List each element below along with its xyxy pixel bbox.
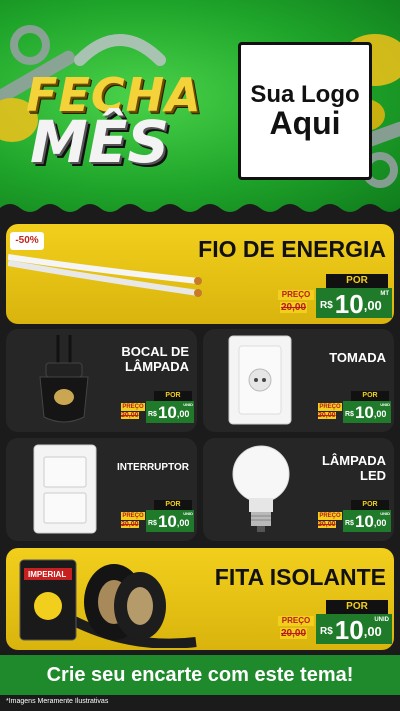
product-name-line-1: LÂMPADA [321, 453, 386, 468]
price-decimal: ,00 [373, 409, 387, 419]
preco-label: PREÇO [278, 290, 314, 300]
old-price: 20,00 [121, 521, 139, 528]
por-label: POR [326, 274, 388, 288]
price-box: R$ 10 ,00 UNID [343, 510, 391, 532]
preco-label: PREÇO [121, 403, 145, 411]
price-box: R$ 10 ,00 UNID [146, 401, 194, 423]
product-lampada-led: LÂMPADA LED POR R$ 10 ,00 UNID PREÇO 20,… [203, 438, 394, 541]
insulating-tape-icon [19, 559, 197, 648]
wire-icon [8, 254, 202, 297]
old-price: 20,00 [280, 302, 308, 313]
product-name: BOCAL DE LÂMPADA [121, 344, 189, 375]
led-bulb-icon [232, 445, 290, 532]
por-label: POR [351, 500, 389, 510]
preco-label: PREÇO [318, 403, 342, 411]
currency: R$ [148, 520, 157, 527]
por-label: POR [326, 600, 388, 614]
preco-label: PREÇO [121, 512, 145, 520]
product-fio-de-energia: -50% FIO DE ENERGIA POR R$ 10 ,00 MT PRE… [6, 224, 394, 324]
product-name: FITA ISOLANTE [214, 564, 386, 590]
price-integer: 10 [334, 615, 364, 645]
product-name-line-2: LED [360, 467, 386, 483]
product-name-line-2: LÂMPADA [124, 358, 189, 374]
price-box: R$ 10 ,00 UNID [343, 401, 391, 423]
price-unit: UNID [183, 402, 193, 407]
product-fita-isolante: IMPERIAL FITA ISOLANTE POR R$ 10 ,00 UNI… [6, 548, 394, 650]
price-integer: 10 [354, 512, 374, 531]
price-unit: UNID [374, 617, 389, 623]
product-name-line-1: BOCAL DE [121, 344, 189, 359]
price-unit: UNID [380, 511, 390, 516]
product-tomada: TOMADA POR R$ 10 ,00 UNID PREÇO 20,00 [203, 329, 394, 432]
price-integer: 10 [354, 403, 374, 422]
product-name: FIO DE ENERGIA [198, 236, 386, 262]
old-price: 20,00 [121, 412, 139, 419]
title-line-2: MÊS [30, 108, 170, 176]
price-box: R$ 10 ,00 UNID [146, 510, 194, 532]
logo-text-line-2: Aqui [269, 104, 341, 141]
price-box: R$ 10 ,00 MT [316, 288, 392, 318]
brand-label: IMPERIAL [28, 570, 67, 579]
price-decimal: ,00 [363, 298, 382, 313]
disclaimer: *Imagens Meramente Ilustrativas [6, 698, 109, 705]
currency: R$ [345, 411, 354, 418]
preco-label: PREÇO [318, 512, 342, 520]
currency: R$ [320, 626, 333, 637]
old-price: 20,00 [318, 521, 336, 528]
cta-text: Crie seu encarte com este tema! [46, 664, 354, 686]
price-decimal: ,00 [363, 624, 382, 639]
outlet-icon [228, 335, 292, 425]
product-name: LÂMPADA LED [321, 453, 386, 484]
price-unit: UNID [380, 402, 390, 407]
product-name: INTERRUPTOR [116, 462, 189, 473]
logo-placeholder: Sua Logo Aqui [238, 42, 372, 180]
price-decimal: ,00 [176, 518, 190, 528]
cta-banner[interactable]: Crie seu encarte com este tema! [0, 655, 400, 695]
preco-label: PREÇO [278, 616, 314, 626]
price-decimal: ,00 [176, 409, 190, 419]
price-unit: MT [380, 291, 389, 297]
light-switch-icon [33, 444, 97, 534]
currency: R$ [148, 411, 157, 418]
por-label: POR [351, 391, 389, 401]
product-interruptor: INTERRUPTOR POR R$ 10 ,00 UNID PREÇO 20,… [6, 438, 197, 541]
wave-divider [0, 204, 400, 220]
discount-badge: -50% [10, 232, 44, 250]
lamp-socket-icon [39, 335, 89, 423]
por-label: POR [154, 391, 192, 401]
product-name: TOMADA [329, 350, 386, 365]
price-box: R$ 10 ,00 UNID [316, 614, 392, 644]
old-price: 20,00 [280, 628, 308, 639]
old-price: 20,00 [318, 412, 336, 419]
price-integer: 10 [157, 512, 177, 531]
header-banner: FECHA MÊS Sua Logo Aqui [0, 0, 400, 215]
currency: R$ [320, 300, 333, 311]
por-label: POR [154, 500, 192, 510]
price-integer: 10 [157, 403, 177, 422]
price-unit: UNID [183, 511, 193, 516]
price-integer: 10 [334, 289, 364, 319]
logo-text-line-1: Sua Logo [250, 80, 360, 108]
currency: R$ [345, 520, 354, 527]
product-bocal-de-lampada: BOCAL DE LÂMPADA POR R$ 10 ,00 UNID PREÇ… [6, 329, 197, 432]
price-decimal: ,00 [373, 518, 387, 528]
